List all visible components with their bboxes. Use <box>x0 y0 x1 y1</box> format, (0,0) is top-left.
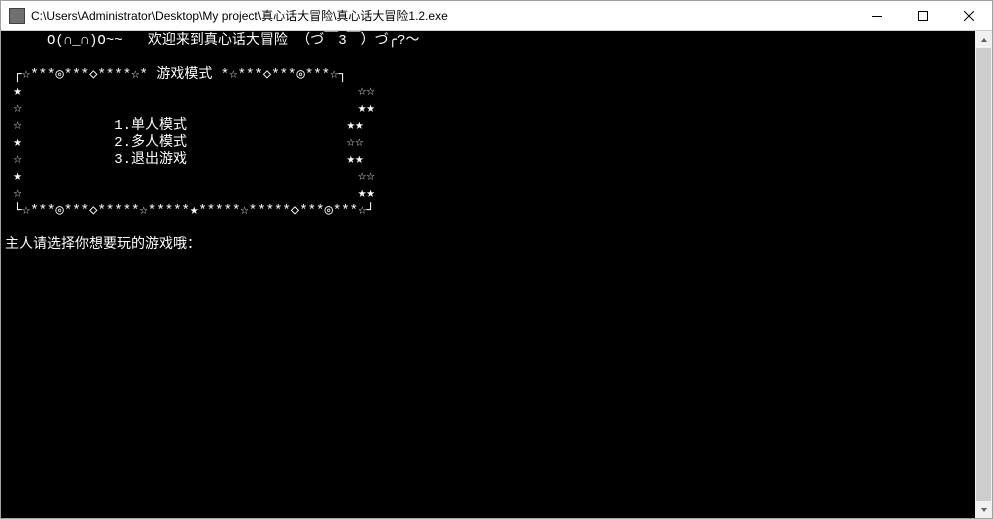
maximize-icon <box>918 11 928 21</box>
scroll-thumb[interactable] <box>976 48 991 501</box>
box-row: ★ ☆☆ <box>5 169 375 185</box>
scroll-down-button[interactable] <box>975 501 992 518</box>
window-controls <box>854 1 992 30</box>
menu-item-1[interactable]: ☆ 1.单人模式 ★★ <box>5 118 364 134</box>
minimize-button[interactable] <box>854 1 900 30</box>
scroll-track[interactable] <box>975 48 992 501</box>
chevron-up-icon <box>980 36 988 44</box>
box-row: ★ ☆☆ <box>5 84 375 100</box>
menu-item-2[interactable]: ★ 2.多人模式 ☆☆ <box>5 135 364 151</box>
app-icon <box>9 8 25 24</box>
box-bottom: └☆***◎***◇*****☆*****★*****☆*****◇***◎**… <box>5 203 375 219</box>
minimize-icon <box>872 11 882 21</box>
box-row: ☆ ★★ <box>5 101 375 117</box>
box-top: ┌☆***◎***◇****☆* 游戏模式 *☆***◇***◎***☆┐ <box>5 67 347 83</box>
close-button[interactable] <box>946 1 992 30</box>
console-area: O(∩_∩)O~~ 欢迎来到真心话大冒险 （づ￣3￣）づ╭?～ ┌☆***◎**… <box>1 31 992 518</box>
close-icon <box>964 11 974 21</box>
titlebar[interactable]: C:\Users\Administrator\Desktop\My projec… <box>1 1 992 31</box>
scroll-up-button[interactable] <box>975 31 992 48</box>
window-title: C:\Users\Administrator\Desktop\My projec… <box>31 7 854 24</box>
menu-item-3[interactable]: ☆ 3.退出游戏 ★★ <box>5 152 364 168</box>
prompt-line: 主人请选择你想要玩的游戏哦： <box>5 237 201 253</box>
app-window: C:\Users\Administrator\Desktop\My projec… <box>0 0 993 519</box>
maximize-button[interactable] <box>900 1 946 30</box>
box-row: ☆ ★★ <box>5 186 375 202</box>
vertical-scrollbar[interactable] <box>975 31 992 518</box>
chevron-down-icon <box>980 506 988 514</box>
welcome-line: O(∩_∩)O~~ 欢迎来到真心话大冒险 （づ￣3￣）づ╭?～ <box>5 33 419 49</box>
console-output[interactable]: O(∩_∩)O~~ 欢迎来到真心话大冒险 （づ￣3￣）づ╭?～ ┌☆***◎**… <box>1 31 975 518</box>
